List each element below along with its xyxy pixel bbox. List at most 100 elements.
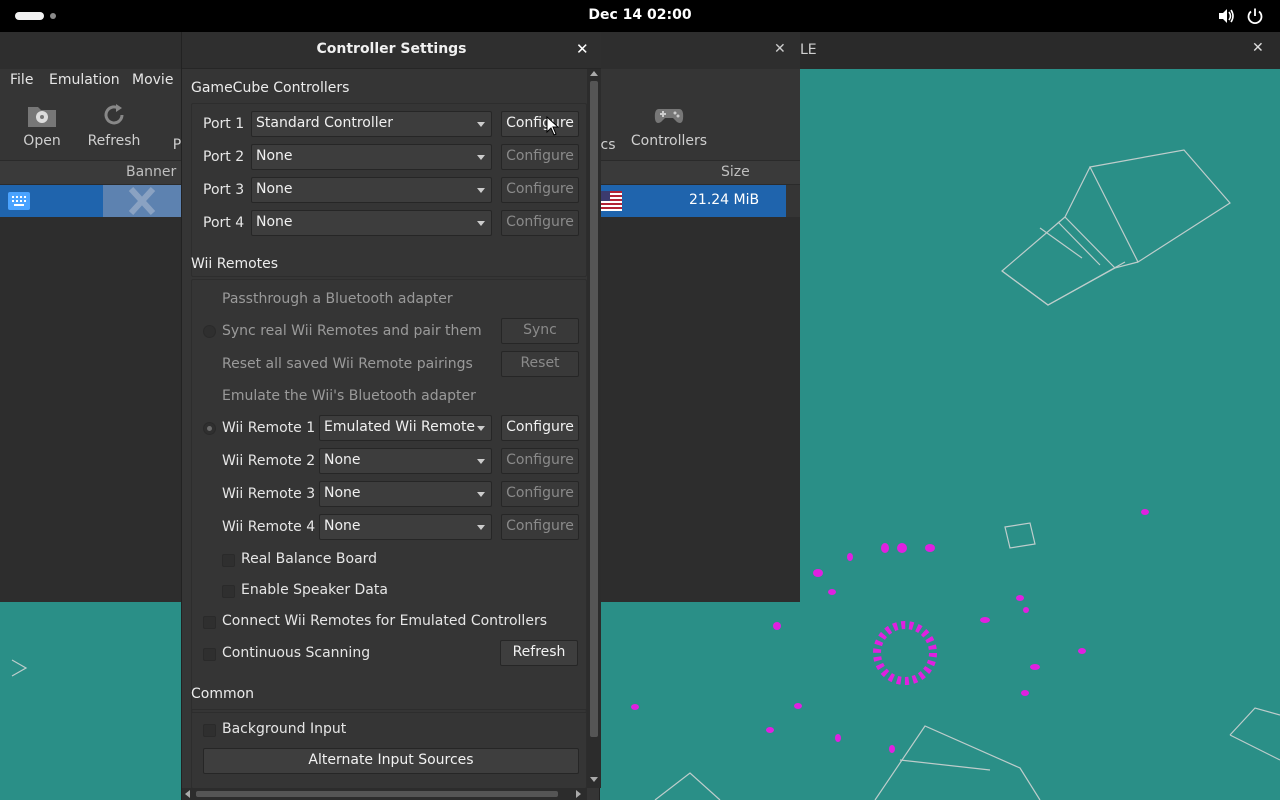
horizontal-scrollbar[interactable] bbox=[182, 788, 587, 800]
scroll-left-icon[interactable] bbox=[185, 790, 190, 798]
port-1-value: Standard Controller bbox=[256, 115, 394, 131]
chevron-down-icon bbox=[477, 492, 485, 497]
passthrough-label: Passthrough a Bluetooth adapter bbox=[222, 291, 453, 307]
connect-emulated-label: Connect Wii Remotes for Emulated Control… bbox=[222, 613, 547, 629]
port-3-select[interactable]: None bbox=[251, 177, 492, 203]
menu-emulation[interactable]: Emulation bbox=[49, 72, 120, 88]
open-label: Open bbox=[23, 133, 61, 149]
port-2-configure-button[interactable]: Configure bbox=[501, 144, 579, 170]
speaker-data-checkbox[interactable] bbox=[222, 585, 235, 598]
port-2-value: None bbox=[256, 148, 293, 164]
dialog-header: Controller Settings ✕ bbox=[182, 32, 601, 69]
connect-emulated-checkbox[interactable] bbox=[203, 616, 216, 629]
chevron-down-icon bbox=[477, 221, 485, 226]
wii-remote-4-select[interactable]: None bbox=[319, 514, 492, 540]
graphics-partial-label: cs bbox=[600, 137, 616, 153]
wii-remote-2-value: None bbox=[324, 452, 361, 468]
emulate-radio[interactable] bbox=[203, 422, 216, 435]
game-close-icon[interactable]: ✕ bbox=[1252, 40, 1264, 56]
game-size: 21.24 MiB bbox=[689, 192, 760, 208]
port-3-value: None bbox=[256, 181, 293, 197]
platform-icon bbox=[8, 192, 30, 210]
open-folder-icon bbox=[28, 107, 56, 127]
clock[interactable]: Dec 14 02:00 bbox=[0, 7, 1280, 23]
continuous-scanning-label: Continuous Scanning bbox=[222, 645, 371, 661]
wii-refresh-button[interactable]: Refresh bbox=[500, 640, 578, 666]
wii-remote-3-select[interactable]: None bbox=[319, 481, 492, 507]
gamecube-section-title: GameCube Controllers bbox=[191, 80, 350, 96]
controller-settings-dialog: Controller Settings ✕ GameCube Controlle… bbox=[181, 32, 601, 800]
port-1-configure-button[interactable]: Configure bbox=[501, 111, 579, 137]
dialog-title: Controller Settings bbox=[316, 41, 467, 57]
wii-remote-4-configure-button[interactable]: Configure bbox=[501, 514, 579, 540]
wii-remote-1-label: Wii Remote 1 bbox=[222, 420, 316, 436]
wii-section-title: Wii Remotes bbox=[191, 256, 279, 272]
reset-button[interactable]: Reset bbox=[501, 351, 579, 377]
port-2-select[interactable]: None bbox=[251, 144, 492, 170]
scroll-right-icon[interactable] bbox=[576, 790, 581, 798]
banner-column-header[interactable]: Banner bbox=[126, 164, 176, 180]
wii-remote-2-select[interactable]: None bbox=[319, 448, 492, 474]
wii-remote-3-label: Wii Remote 3 bbox=[222, 486, 316, 502]
scroll-down-icon[interactable] bbox=[590, 777, 598, 782]
chevron-down-icon bbox=[477, 155, 485, 160]
chevron-down-icon bbox=[477, 122, 485, 127]
wii-remote-4-label: Wii Remote 4 bbox=[222, 519, 316, 535]
wii-remote-4-value: None bbox=[324, 518, 361, 534]
port-2-label: Port 2 bbox=[203, 149, 245, 165]
wii-remote-1-select[interactable]: Emulated Wii Remote bbox=[319, 415, 492, 441]
port-4-value: None bbox=[256, 214, 293, 230]
controllers-toolbar-button[interactable]: Controllers bbox=[630, 101, 708, 149]
us-flag-icon bbox=[600, 191, 622, 211]
continuous-scanning-checkbox[interactable] bbox=[203, 648, 216, 661]
wii-remote-2-label: Wii Remote 2 bbox=[222, 453, 316, 469]
wii-remote-3-configure-button[interactable]: Configure bbox=[501, 481, 579, 507]
refresh-toolbar-button[interactable]: Refresh bbox=[86, 101, 142, 149]
mouse-cursor-icon bbox=[546, 116, 560, 136]
wii-remote-2-configure-button[interactable]: Configure bbox=[501, 448, 579, 474]
port-4-configure-button[interactable]: Configure bbox=[501, 210, 579, 236]
chevron-down-icon bbox=[477, 525, 485, 530]
vertical-scrollbar[interactable] bbox=[587, 69, 601, 788]
dialog-close-icon[interactable]: ✕ bbox=[576, 40, 589, 58]
sync-button[interactable]: Sync bbox=[501, 318, 579, 344]
open-button[interactable]: Open bbox=[20, 101, 64, 149]
port-3-label: Port 3 bbox=[203, 182, 245, 198]
emulate-label: Emulate the Wii's Bluetooth adapter bbox=[222, 388, 476, 404]
chevron-down-icon bbox=[477, 426, 485, 431]
sync-label: Sync real Wii Remotes and pair them bbox=[222, 323, 482, 339]
common-section-title: Common bbox=[191, 686, 255, 702]
port-4-select[interactable]: None bbox=[251, 210, 492, 236]
vertical-scroll-thumb[interactable] bbox=[590, 81, 598, 737]
port-1-label: Port 1 bbox=[203, 116, 245, 132]
horizontal-scroll-thumb[interactable] bbox=[196, 791, 558, 797]
controllers-label: Controllers bbox=[630, 133, 708, 149]
background-input-label: Background Input bbox=[222, 721, 347, 737]
power-icon[interactable] bbox=[1246, 7, 1264, 25]
top-bar: Dec 14 02:00 bbox=[0, 0, 1280, 32]
size-column-header[interactable]: Size bbox=[721, 164, 750, 180]
wii-remote-1-configure-button[interactable]: Configure bbox=[501, 415, 579, 441]
main-close-icon[interactable]: ✕ bbox=[774, 41, 786, 57]
speaker-data-label: Enable Speaker Data bbox=[241, 582, 388, 598]
menu-file[interactable]: File bbox=[10, 72, 33, 88]
port-3-configure-button[interactable]: Configure bbox=[501, 177, 579, 203]
alternate-input-sources-button[interactable]: Alternate Input Sources bbox=[203, 748, 579, 774]
balance-board-checkbox[interactable] bbox=[222, 554, 235, 567]
scroll-up-icon[interactable] bbox=[590, 71, 598, 76]
wii-remote-3-value: None bbox=[324, 485, 361, 501]
dialog-content: GameCube Controllers Port 1 Standard Con… bbox=[182, 69, 587, 789]
game-window-title: LE bbox=[800, 42, 817, 58]
chevron-down-icon bbox=[477, 188, 485, 193]
balance-board-label: Real Balance Board bbox=[241, 551, 378, 567]
refresh-icon bbox=[104, 104, 124, 125]
port-1-select[interactable]: Standard Controller bbox=[251, 111, 492, 137]
banner-image bbox=[103, 185, 181, 217]
passthrough-radio[interactable] bbox=[203, 325, 216, 338]
menu-movie[interactable]: Movie bbox=[132, 72, 173, 88]
volume-icon[interactable] bbox=[1217, 7, 1235, 25]
refresh-toolbar-label: Refresh bbox=[87, 133, 141, 149]
background-input-checkbox[interactable] bbox=[203, 724, 216, 737]
chevron-down-icon bbox=[477, 459, 485, 464]
port-4-label: Port 4 bbox=[203, 215, 245, 231]
